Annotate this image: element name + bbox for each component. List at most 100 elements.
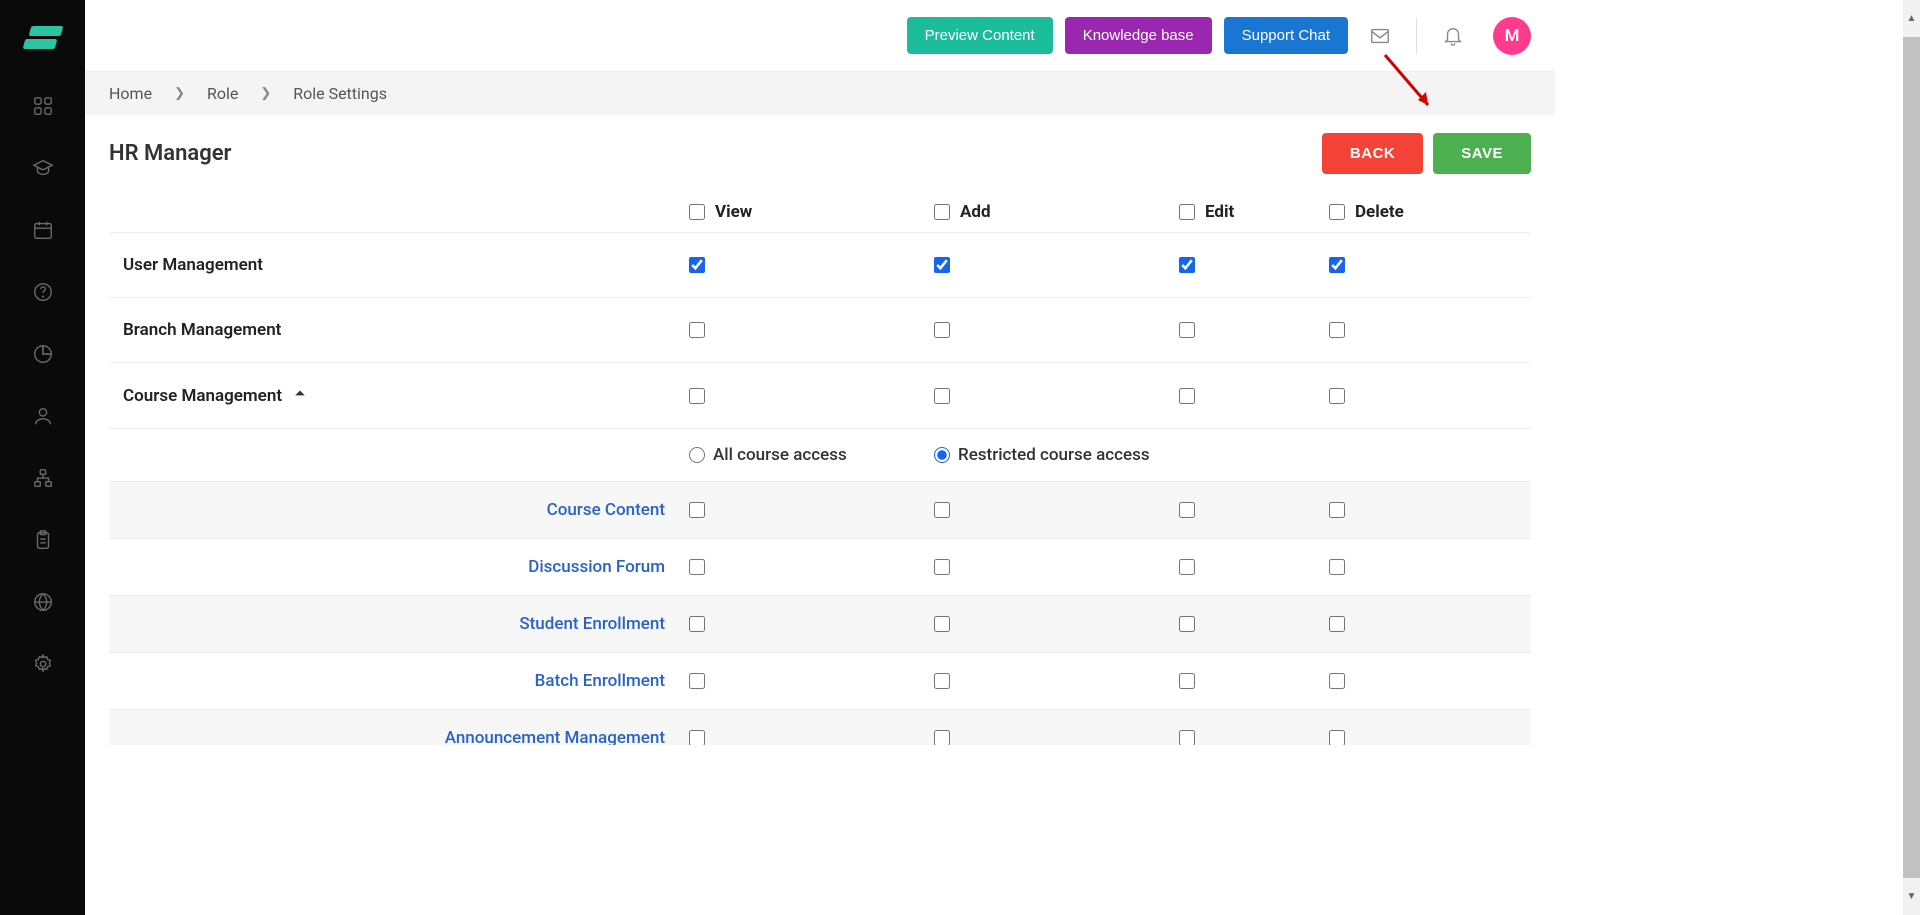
student-enrollment-edit-checkbox[interactable] (1179, 616, 1195, 632)
subitem-student-enrollment: Student Enrollment (109, 596, 1531, 653)
gear-icon[interactable] (31, 652, 55, 676)
calendar-icon[interactable] (31, 218, 55, 242)
dashboard-icon[interactable] (31, 94, 55, 118)
all-course-access-radio[interactable] (689, 447, 705, 463)
course-access-row: All course access Restricted course acce… (109, 429, 1531, 482)
all-course-access-option: All course access (689, 445, 934, 465)
back-button[interactable]: BACK (1322, 133, 1423, 174)
col-header-add: Add (934, 202, 1179, 222)
restricted-course-access-radio[interactable] (934, 447, 950, 463)
restricted-course-access-option: Restricted course access (934, 445, 1531, 465)
select-all-view-checkbox[interactable] (689, 204, 705, 220)
user-mgmt-add-checkbox[interactable] (934, 257, 950, 273)
batch-enrollment-add-checkbox[interactable] (934, 673, 950, 689)
support-chat-button[interactable]: Support Chat (1224, 17, 1348, 54)
course-content-edit-checkbox[interactable] (1179, 502, 1195, 518)
subitem-label[interactable]: Course Content (109, 500, 689, 520)
chevron-right-icon: ❯ (260, 86, 271, 101)
batch-enrollment-view-checkbox[interactable] (689, 673, 705, 689)
batch-enrollment-edit-checkbox[interactable] (1179, 673, 1195, 689)
course-mgmt-delete-checkbox[interactable] (1329, 388, 1345, 404)
module-label-text: Course Management (123, 386, 282, 406)
course-mgmt-view-checkbox[interactable] (689, 388, 705, 404)
course-content-delete-checkbox[interactable] (1329, 502, 1345, 518)
module-label: User Management (109, 255, 689, 275)
subitem-label[interactable]: Announcement Management (109, 728, 689, 745)
subitem-label[interactable]: Discussion Forum (109, 557, 689, 577)
user-mgmt-edit-checkbox[interactable] (1179, 257, 1195, 273)
restricted-course-access-label: Restricted course access (958, 445, 1150, 465)
col-header-delete: Delete (1329, 202, 1531, 222)
discussion-forum-edit-checkbox[interactable] (1179, 559, 1195, 575)
avatar[interactable]: M (1493, 17, 1531, 55)
subitem-label[interactable]: Student Enrollment (109, 614, 689, 634)
chevron-right-icon: ❯ (174, 86, 185, 101)
top-header: Preview Content Knowledge base Support C… (85, 0, 1555, 72)
module-label: Course Management (109, 385, 689, 406)
announcement-mgmt-view-checkbox[interactable] (689, 730, 705, 745)
all-course-access-label: All course access (713, 445, 847, 465)
student-enrollment-add-checkbox[interactable] (934, 616, 950, 632)
select-all-add-checkbox[interactable] (934, 204, 950, 220)
discussion-forum-add-checkbox[interactable] (934, 559, 950, 575)
user-mgmt-view-checkbox[interactable] (689, 257, 705, 273)
user-icon[interactable] (31, 404, 55, 428)
module-row-user-management: User Management (109, 233, 1531, 298)
subitem-label[interactable]: Batch Enrollment (109, 671, 689, 691)
globe-icon[interactable] (31, 590, 55, 614)
col-label-delete: Delete (1355, 202, 1404, 222)
permissions-table: View Add Edit Delete User Management (85, 192, 1555, 745)
breadcrumb-current: Role Settings (293, 84, 387, 103)
graduation-icon[interactable] (31, 156, 55, 180)
branch-mgmt-add-checkbox[interactable] (934, 322, 950, 338)
course-content-view-checkbox[interactable] (689, 502, 705, 518)
module-row-branch-management: Branch Management (109, 298, 1531, 363)
module-row-course-management: Course Management (109, 363, 1531, 429)
branch-mgmt-delete-checkbox[interactable] (1329, 322, 1345, 338)
discussion-forum-delete-checkbox[interactable] (1329, 559, 1345, 575)
org-icon[interactable] (31, 466, 55, 490)
subitem-discussion-forum: Discussion Forum (109, 539, 1531, 596)
subitem-batch-enrollment: Batch Enrollment (109, 653, 1531, 710)
bell-icon[interactable] (1441, 24, 1465, 48)
page-actions: BACK SAVE (1322, 133, 1531, 174)
scrollbar-up-arrow[interactable]: ▲ (1903, 0, 1920, 37)
announcement-mgmt-delete-checkbox[interactable] (1329, 730, 1345, 745)
subitem-course-content: Course Content (109, 482, 1531, 539)
select-all-delete-checkbox[interactable] (1329, 204, 1345, 220)
course-content-add-checkbox[interactable] (934, 502, 950, 518)
select-all-edit-checkbox[interactable] (1179, 204, 1195, 220)
student-enrollment-view-checkbox[interactable] (689, 616, 705, 632)
mail-icon[interactable] (1368, 24, 1392, 48)
save-button[interactable]: SAVE (1433, 133, 1531, 174)
course-mgmt-add-checkbox[interactable] (934, 388, 950, 404)
course-mgmt-edit-checkbox[interactable] (1179, 388, 1195, 404)
breadcrumb-home[interactable]: Home (109, 84, 152, 103)
clipboard-icon[interactable] (31, 528, 55, 552)
subitem-announcement-management: Announcement Management (109, 710, 1531, 745)
help-icon[interactable] (31, 280, 55, 304)
col-header-edit: Edit (1179, 202, 1329, 222)
module-label: Branch Management (109, 320, 689, 340)
announcement-mgmt-edit-checkbox[interactable] (1179, 730, 1195, 745)
batch-enrollment-delete-checkbox[interactable] (1329, 673, 1345, 689)
page-title: HR Manager (109, 141, 231, 166)
preview-content-button[interactable]: Preview Content (907, 17, 1053, 54)
col-label-view: View (715, 202, 752, 222)
chart-icon[interactable] (31, 342, 55, 366)
page-header: HR Manager BACK SAVE (85, 115, 1555, 192)
scrollbar-thumb[interactable] (1903, 37, 1920, 879)
branch-mgmt-edit-checkbox[interactable] (1179, 322, 1195, 338)
knowledge-base-button[interactable]: Knowledge base (1065, 17, 1212, 54)
chevron-up-icon[interactable] (292, 385, 308, 406)
col-label-add: Add (960, 202, 991, 222)
discussion-forum-view-checkbox[interactable] (689, 559, 705, 575)
permissions-header-row: View Add Edit Delete (109, 192, 1531, 233)
user-mgmt-delete-checkbox[interactable] (1329, 257, 1345, 273)
window-scrollbar[interactable]: ▲ ▼ (1903, 0, 1920, 915)
student-enrollment-delete-checkbox[interactable] (1329, 616, 1345, 632)
breadcrumb-role[interactable]: Role (207, 84, 238, 103)
branch-mgmt-view-checkbox[interactable] (689, 322, 705, 338)
scrollbar-down-arrow[interactable]: ▼ (1903, 878, 1920, 915)
announcement-mgmt-add-checkbox[interactable] (934, 730, 950, 745)
